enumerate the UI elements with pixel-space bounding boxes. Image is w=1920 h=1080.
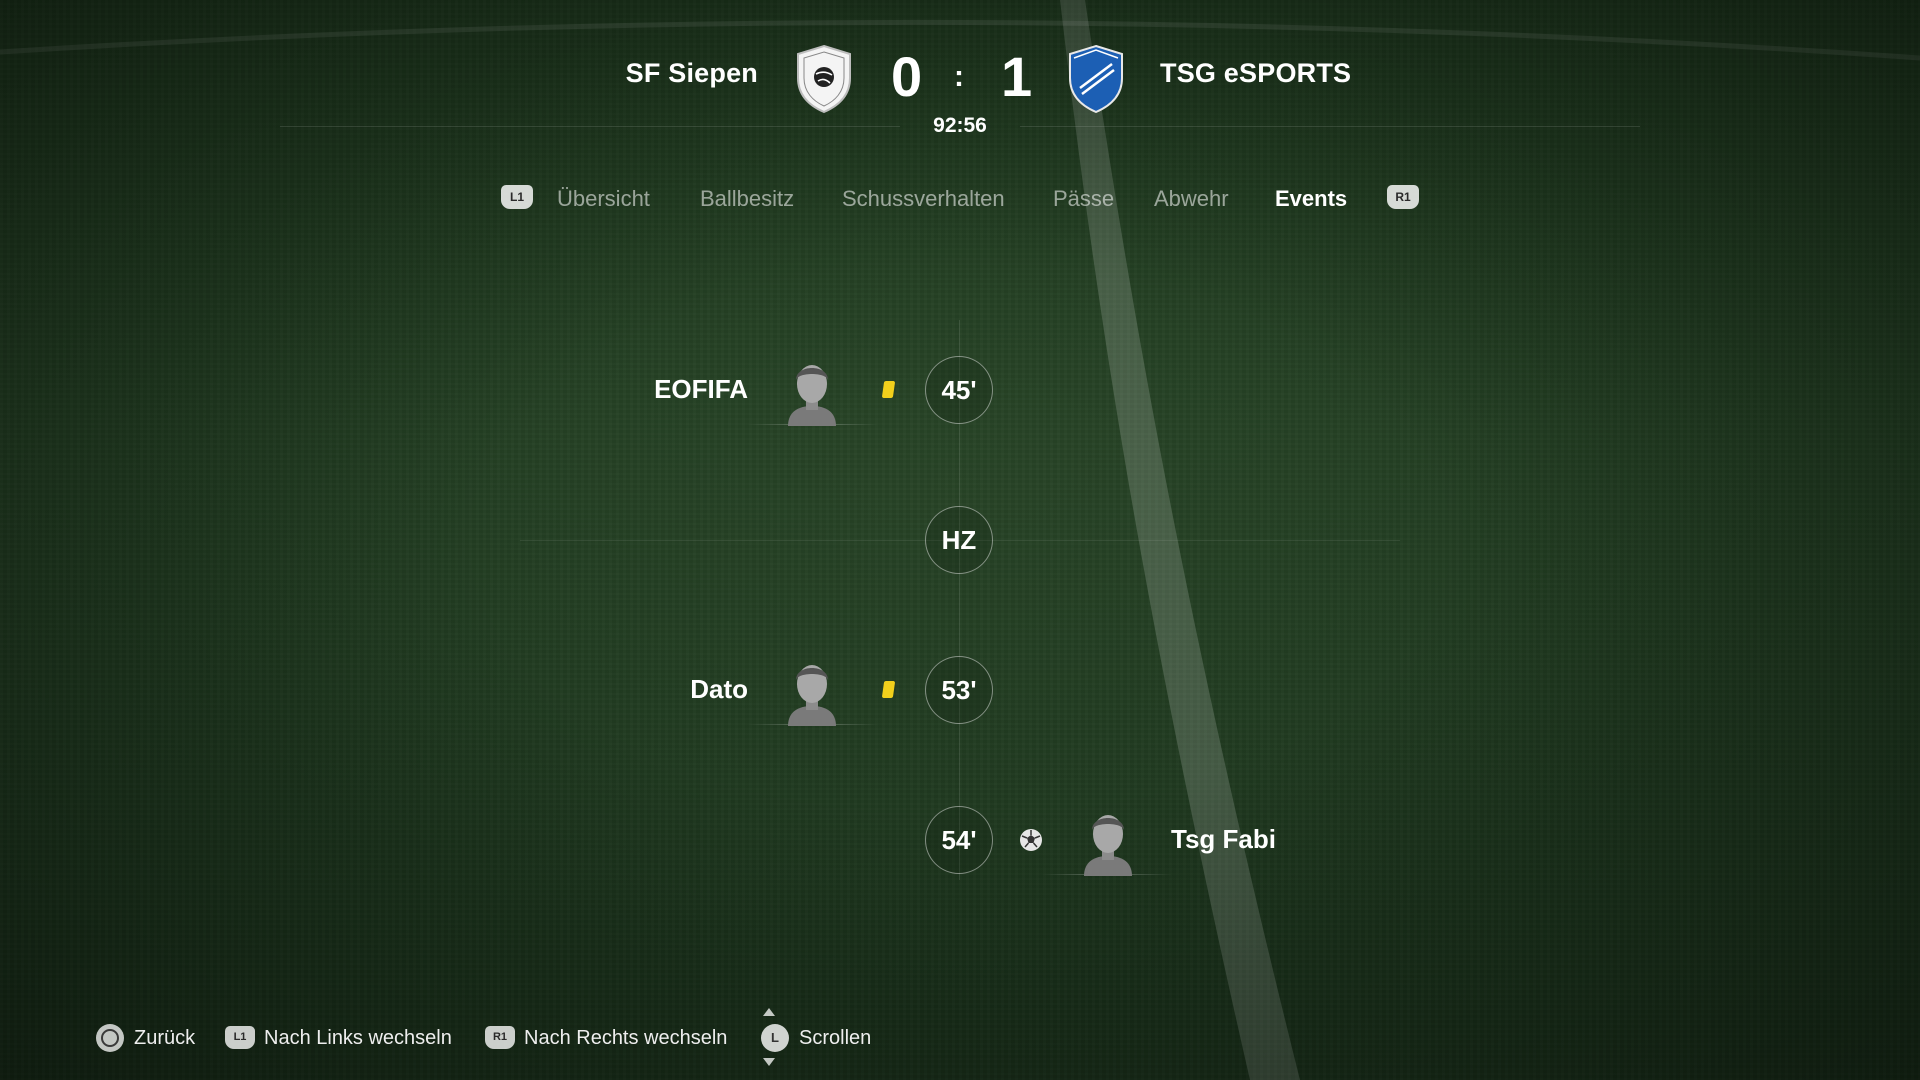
score-separator: :	[954, 60, 964, 93]
l1-button-icon: L1	[225, 1026, 255, 1049]
player-avatar-icon	[1084, 815, 1132, 876]
home-score: 0	[891, 45, 923, 108]
tab-paesse[interactable]: Pässe	[1053, 186, 1114, 212]
away-team-name: TSG eSPORTS	[1160, 58, 1352, 88]
header-divider-right	[1020, 126, 1640, 127]
r1-button-icon[interactable]: R1	[1387, 185, 1419, 209]
half-time-marker: HZ	[925, 506, 993, 574]
tab-uebersicht[interactable]: Übersicht	[557, 186, 650, 212]
goal-ball-icon	[1020, 829, 1042, 851]
player-avatar-icon	[788, 665, 836, 726]
header-divider-left	[280, 126, 900, 127]
stick-up-arrow-icon	[763, 1008, 775, 1016]
prev-tab-label: Nach Links wechseln	[264, 1027, 452, 1049]
event-player-name: Dato	[690, 674, 748, 704]
circle-button-icon	[96, 1024, 124, 1052]
tab-ballbesitz[interactable]: Ballbesitz	[700, 186, 794, 212]
event-player-name: Tsg Fabi	[1171, 824, 1276, 854]
away-score: 1	[1001, 45, 1033, 108]
home-team-crest	[797, 44, 851, 114]
home-team-name: SF Siepen	[625, 58, 758, 88]
stick-down-arrow-icon	[763, 1058, 775, 1066]
left-stick-icon: L	[761, 1024, 789, 1052]
next-tab-label: Nach Rechts wechseln	[524, 1027, 728, 1049]
event-minute: 53'	[925, 656, 993, 724]
stats-tab-bar: L1 Übersicht Ballbesitz Schussverhalten …	[0, 180, 1920, 220]
away-team-crest	[1069, 44, 1123, 114]
l1-button-icon[interactable]: L1	[501, 185, 533, 209]
scroll-label: Scrollen	[799, 1027, 872, 1049]
event-player-name: EOFIFA	[654, 374, 748, 404]
event-minute: 45'	[925, 356, 993, 424]
tab-abwehr[interactable]: Abwehr	[1154, 186, 1229, 212]
tab-schussverhalten[interactable]: Schussverhalten	[842, 186, 1005, 212]
r1-button-icon: R1	[485, 1026, 515, 1049]
match-clock: 92:56	[933, 114, 987, 137]
tab-events[interactable]: Events	[1275, 186, 1347, 212]
back-label: Zurück	[134, 1027, 196, 1049]
event-minute: 54'	[925, 806, 993, 874]
player-avatar-icon	[788, 365, 836, 426]
